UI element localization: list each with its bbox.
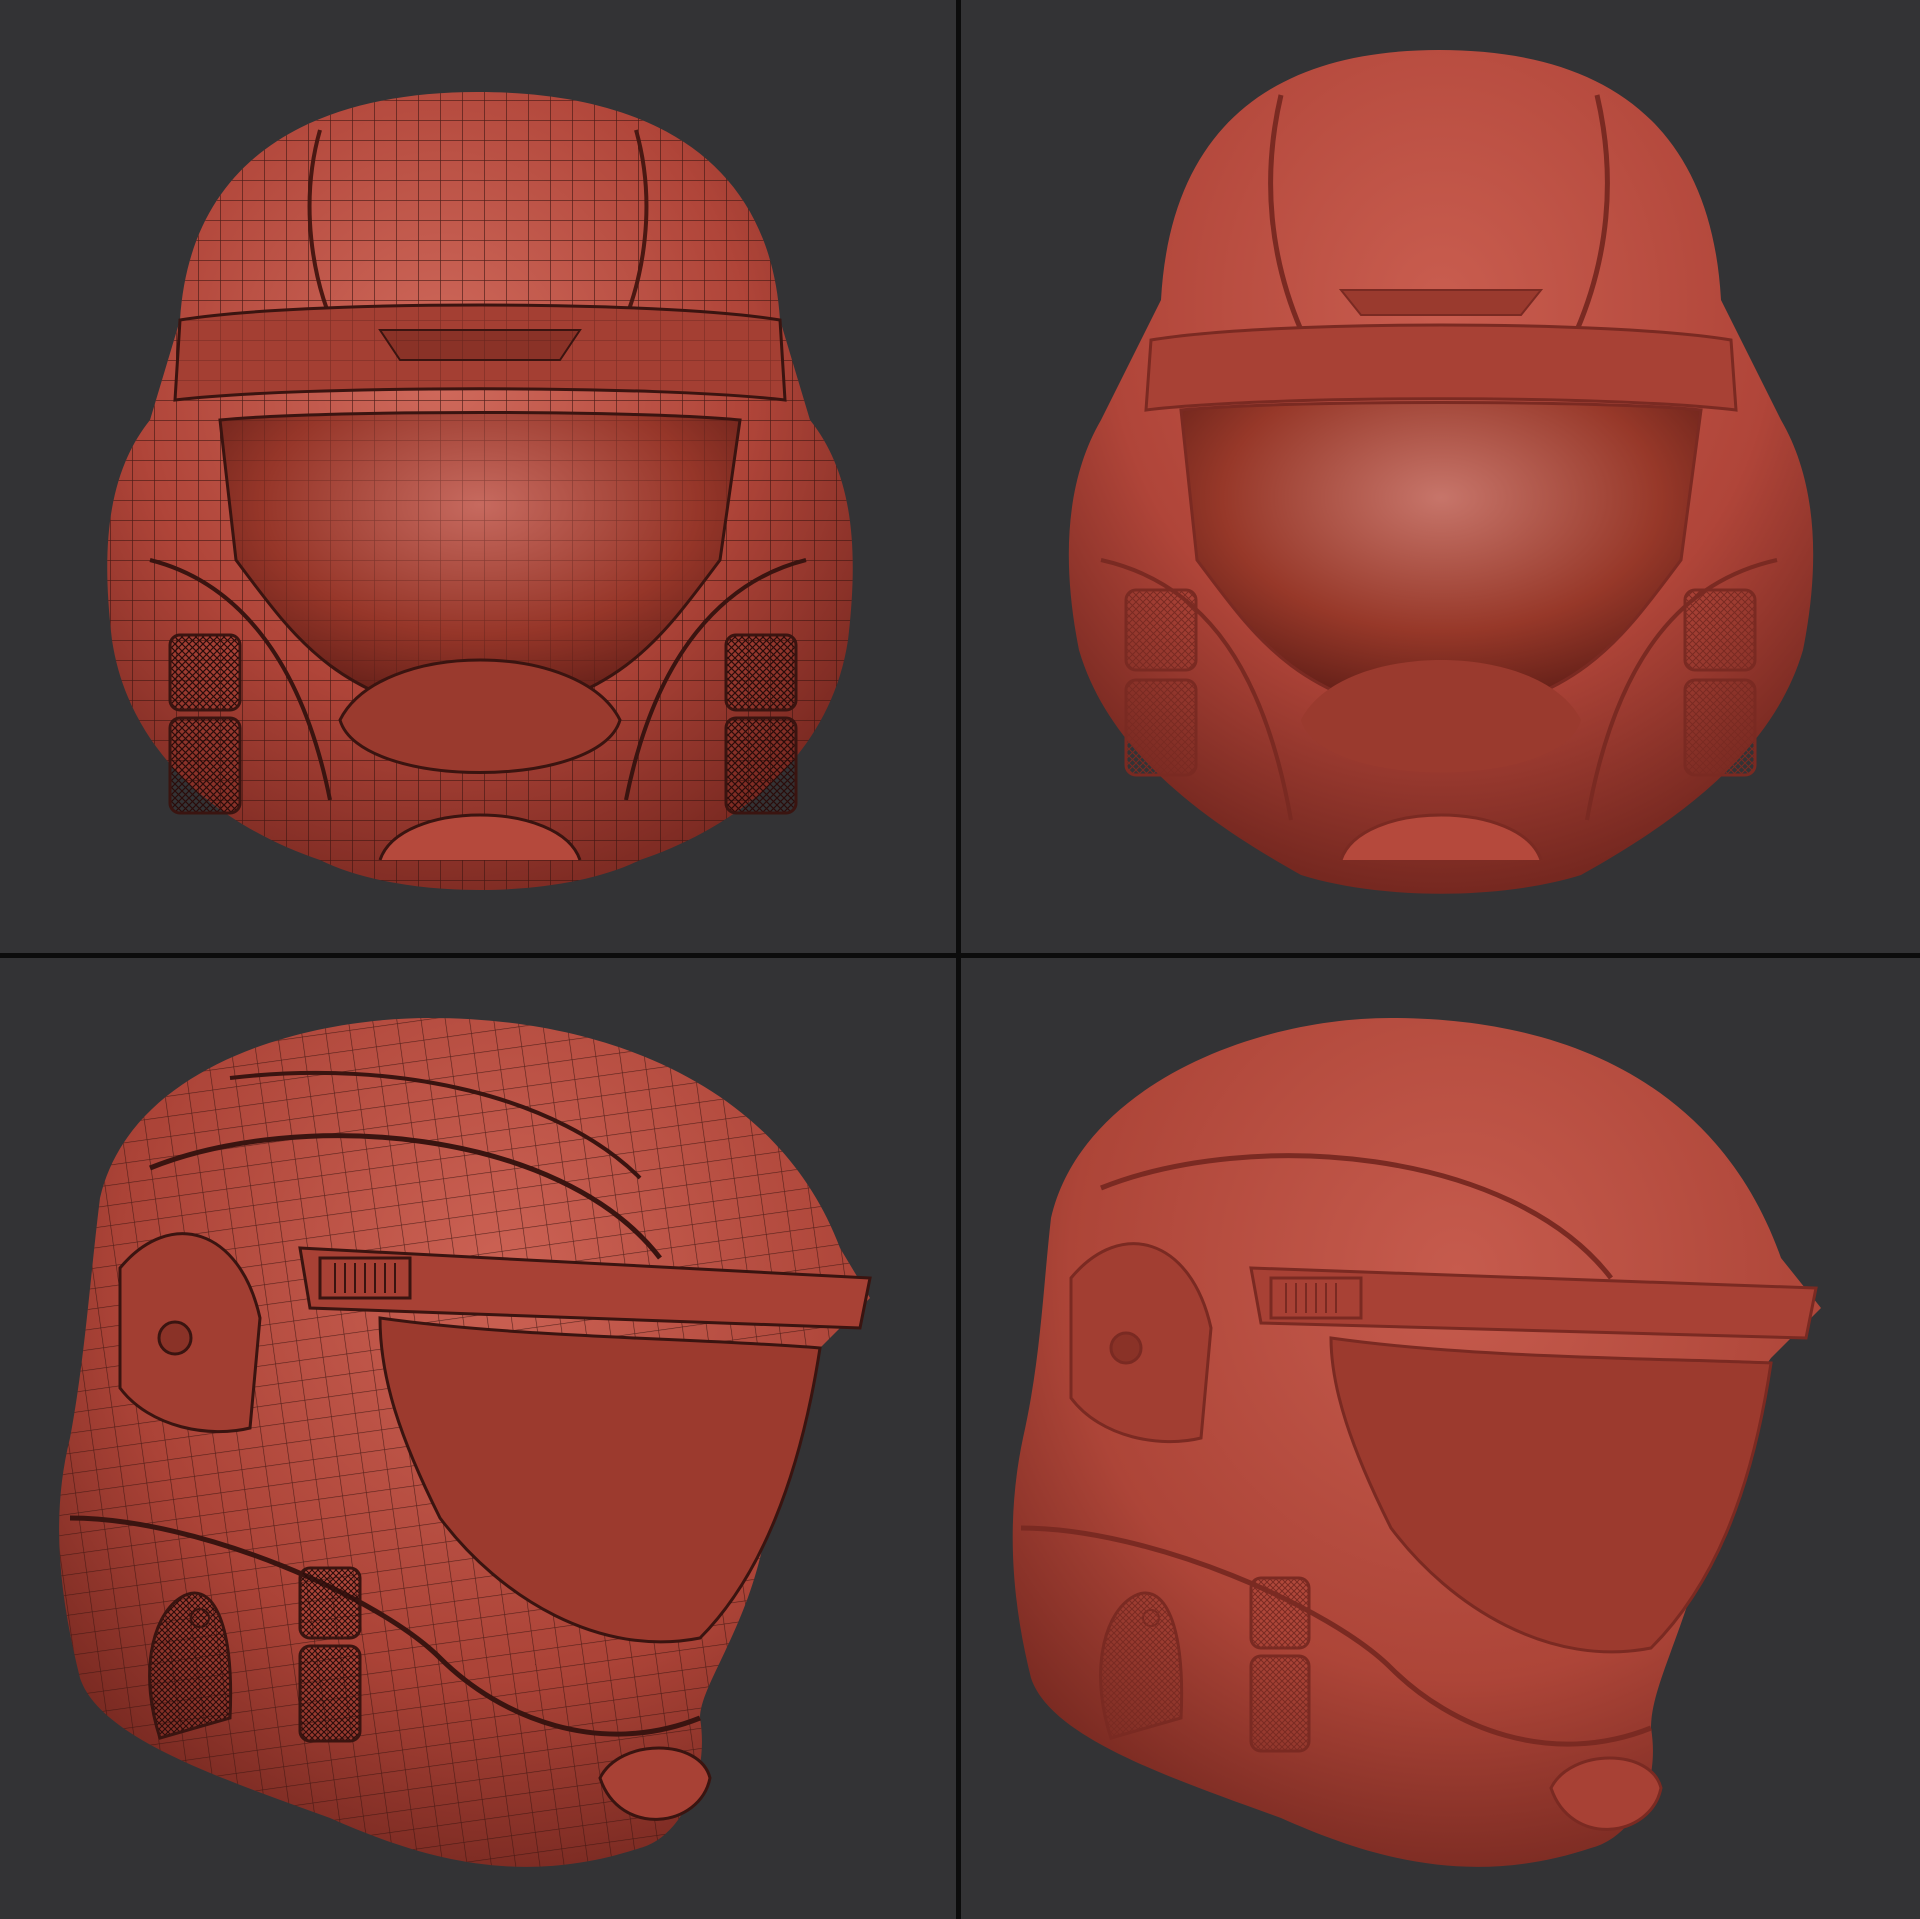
panel-front-wireframe [0,0,956,953]
render-grid [0,0,1920,1919]
divider-horizontal [0,953,1920,958]
panel-side-wireframe [0,958,956,1919]
helmet-side-wireframe-render [59,1018,872,1867]
helmet-front-wireframe-render [107,92,853,890]
helmet-front-smooth-render [1068,50,1814,894]
vent-right [724,633,798,815]
divider-vertical [956,0,961,1919]
vent-right [1683,588,1757,777]
panel-side-smooth [961,958,1920,1919]
vent-left [1124,588,1198,777]
vent-left [168,633,242,815]
panel-front-smooth [961,0,1920,953]
helmet-side-smooth-render [1012,1018,1821,1867]
